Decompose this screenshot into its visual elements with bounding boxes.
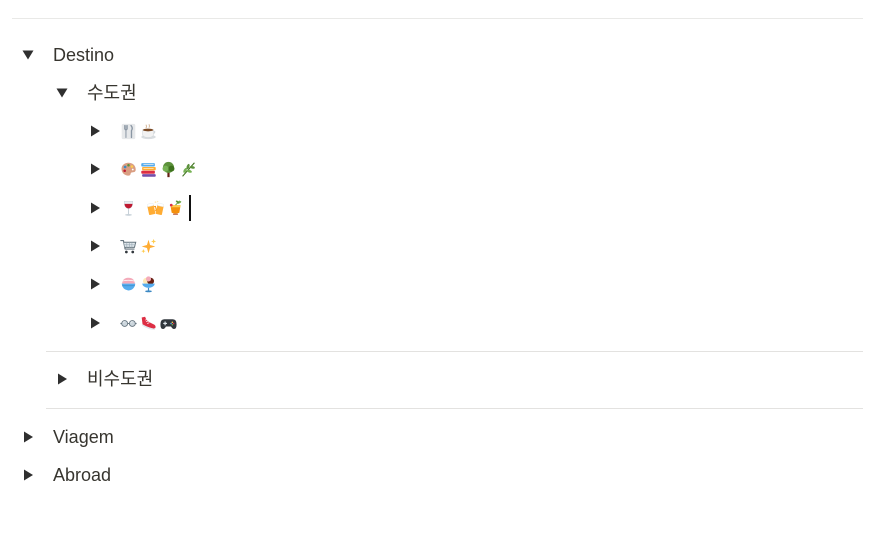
toggle-abroad[interactable]: Abroad (20, 460, 111, 490)
shaved-ice-icon (121, 277, 136, 290)
fork-and-knife-icon (121, 123, 136, 139)
toggle-label-sudogwon: 수도권 (87, 83, 137, 103)
toggle-viagem[interactable]: Viagem (20, 422, 114, 452)
caret-right-icon[interactable] (20, 429, 36, 445)
toggle-emoji-title (120, 159, 197, 179)
toggle-sudogwon[interactable]: 수도권 (54, 78, 137, 108)
text-cursor (189, 195, 191, 221)
goggles-icon (120, 319, 137, 327)
running-shoe-icon (141, 316, 156, 330)
toggle-emoji-title (120, 313, 177, 333)
toggle-activities[interactable] (87, 308, 177, 338)
sparkles-icon (141, 238, 157, 253)
caret-right-icon[interactable] (87, 315, 103, 331)
wine-glass-icon (123, 200, 134, 216)
toggle-label-viagem: Viagem (53, 427, 114, 447)
deciduous-tree-icon (162, 161, 175, 177)
herb-icon (182, 161, 195, 177)
toggle-desserts[interactable] (87, 269, 157, 299)
toggle-destino[interactable]: Destino (20, 40, 114, 70)
ice-cream-icon (142, 275, 155, 292)
caret-down-icon[interactable] (20, 47, 36, 63)
top-divider (12, 18, 863, 19)
toggle-emoji-title (120, 274, 157, 294)
toggle-food[interactable] (87, 116, 157, 146)
divider (46, 408, 863, 409)
artist-palette-icon (121, 162, 136, 176)
caret-right-icon[interactable] (20, 467, 36, 483)
caret-right-icon[interactable] (54, 371, 70, 387)
divider (46, 351, 863, 352)
caret-right-icon[interactable] (87, 123, 103, 139)
caret-right-icon[interactable] (87, 161, 103, 177)
toggle-drinks[interactable] (87, 193, 191, 223)
toggle-label-bisudogwon: 비수도권 (87, 369, 154, 389)
toggle-culture[interactable] (87, 154, 197, 184)
caret-down-icon[interactable] (54, 85, 70, 101)
toggle-label-destino: Destino (53, 45, 115, 65)
tropical-drink-icon (169, 200, 182, 215)
toggle-emoji-title[interactable] (120, 195, 191, 221)
toggle-label-abroad: Abroad (53, 465, 112, 485)
shopping-cart-icon (120, 239, 137, 253)
toggle-shopping[interactable] (87, 231, 157, 261)
caret-right-icon[interactable] (87, 238, 103, 254)
hot-beverage-icon (141, 123, 156, 139)
clinking-beer-mugs-icon (147, 200, 164, 215)
toggle-emoji-title (120, 121, 157, 141)
caret-right-icon[interactable] (87, 200, 103, 216)
books-icon (141, 162, 156, 177)
toggle-bisudogwon[interactable]: 비수도권 (54, 364, 153, 394)
video-game-icon (160, 318, 177, 329)
toggle-emoji-title (120, 236, 157, 256)
caret-right-icon[interactable] (87, 276, 103, 292)
